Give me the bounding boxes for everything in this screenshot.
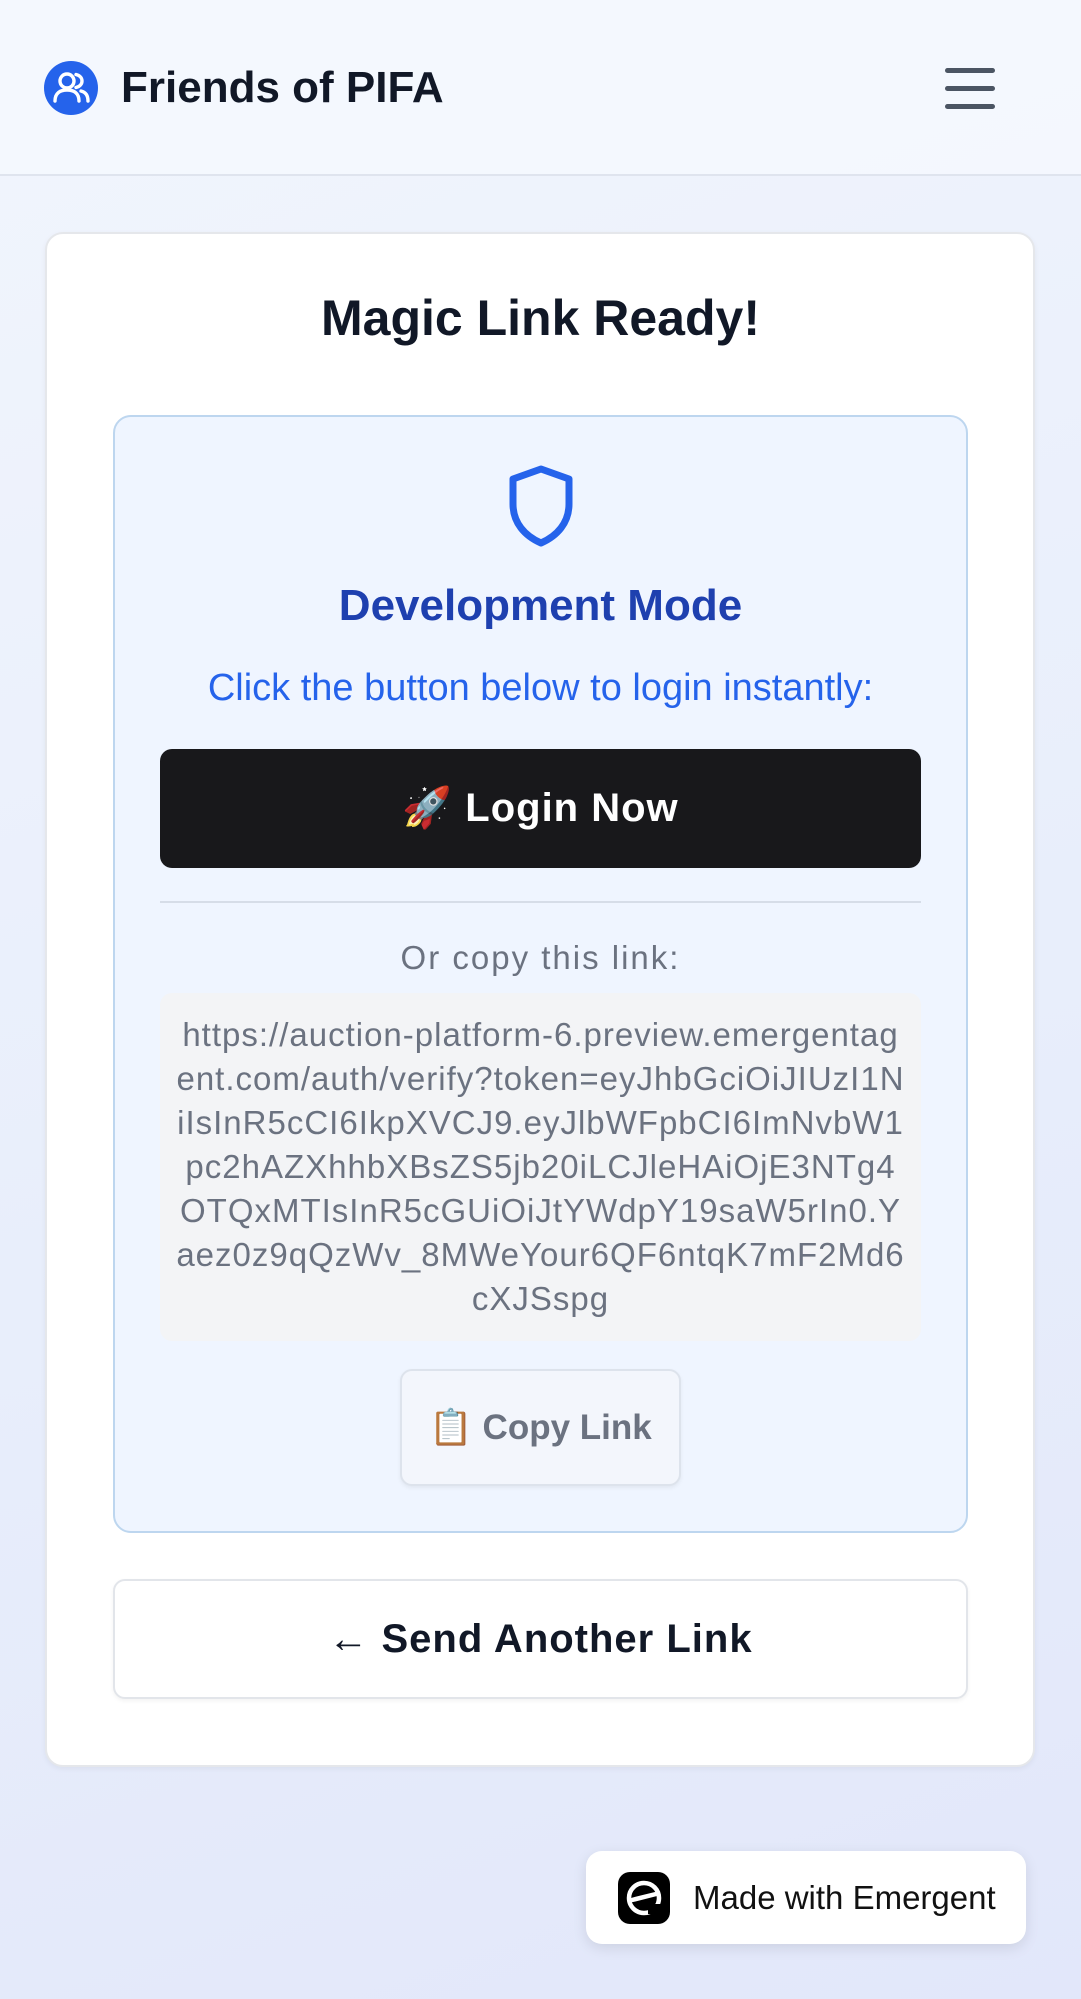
emergent-logo-icon [618,1872,670,1924]
page-title: Magic Link Ready! [321,290,760,346]
app-title[interactable]: Friends of PIFA [121,62,444,114]
login-instruction-text: Click the button below to login instantl… [207,667,874,709]
magic-link-text[interactable]: https://auction-platform-6.preview.emerg… [160,993,921,1341]
copy-link-label: Or copy this link: [400,939,681,976]
send-another-link-button[interactable]: ← Send Another Link [113,1579,968,1699]
login-now-button[interactable]: 🚀 Login Now [160,749,921,868]
hamburger-menu-icon[interactable] [930,60,1010,118]
top-navbar: Friends of PIFA [0,0,1081,176]
made-with-emergent-label: Made with Emergent [693,1879,996,1916]
development-mode-heading: Development Mode [338,581,743,630]
users-icon [44,61,98,115]
divider [160,901,921,903]
made-with-emergent-badge[interactable]: Made with Emergent [586,1851,1026,1944]
shield-icon [505,464,577,548]
copy-link-button[interactable]: 📋 Copy Link [400,1369,681,1486]
